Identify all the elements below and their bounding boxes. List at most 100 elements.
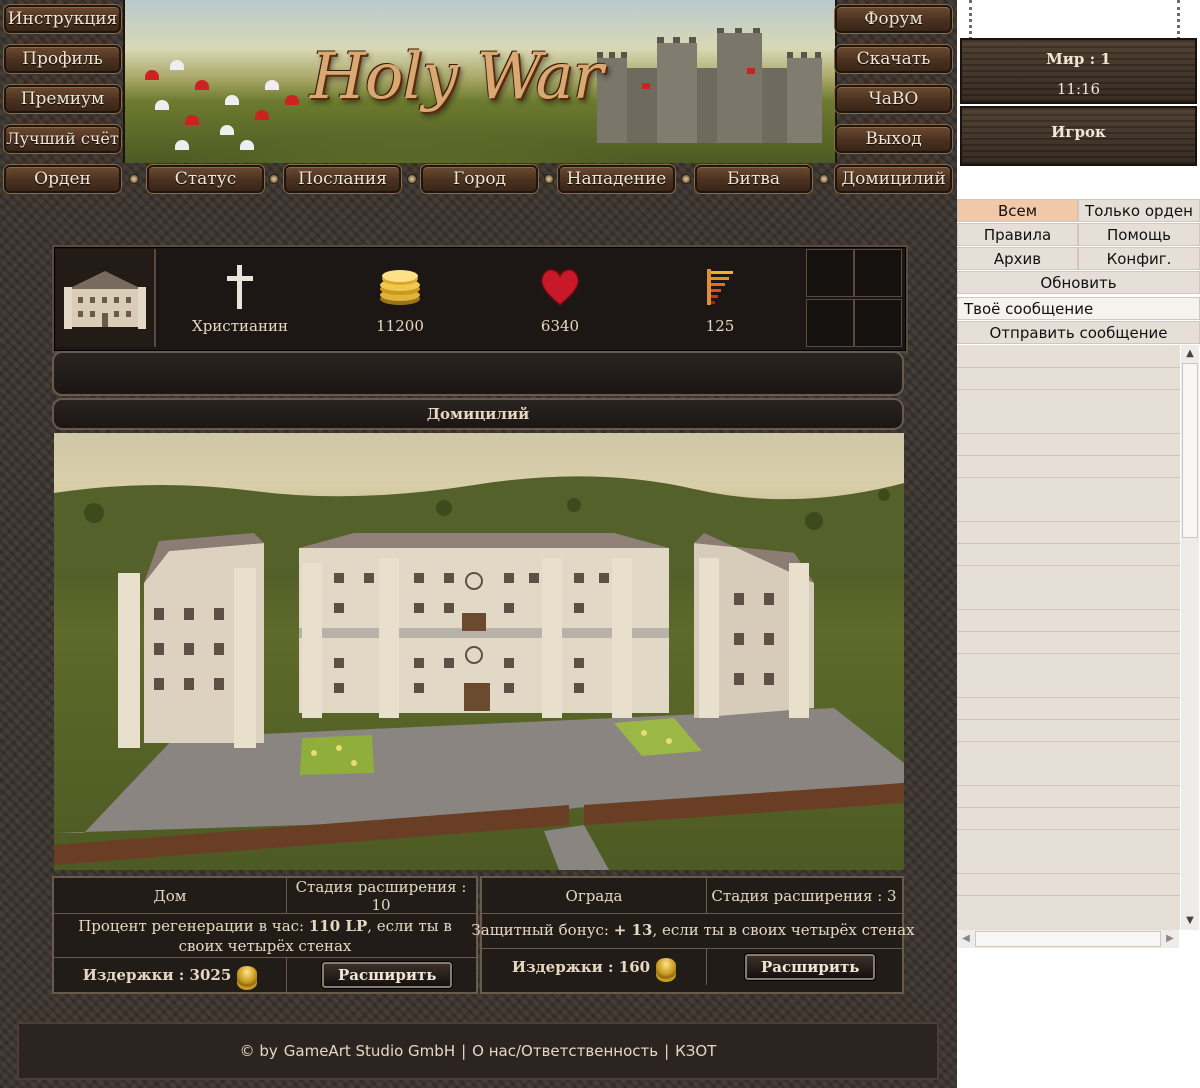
house-description: Процент регенерации в час: 110 LP, если … — [78, 917, 452, 955]
house-icon — [64, 271, 146, 329]
chat-tab-order[interactable]: Только орден — [1078, 199, 1200, 222]
rivet — [682, 175, 690, 183]
scroll-down-icon[interactable]: ▼ — [1181, 912, 1199, 930]
chat-row-divider — [957, 543, 1180, 544]
nav-order-button[interactable]: Орден — [4, 165, 121, 193]
game-logo: Holy War — [310, 40, 603, 114]
menu-logout-button[interactable]: Выход — [835, 125, 952, 153]
menu-profile-button[interactable]: Профиль — [4, 45, 121, 73]
gold-coins-icon — [380, 270, 420, 305]
chat-horizontal-scrollbar[interactable]: ◀ ▶ — [957, 930, 1179, 948]
heart-icon — [540, 269, 580, 306]
chat-vertical-scrollbar[interactable]: ▲ ▼ — [1181, 345, 1199, 930]
divider — [706, 949, 707, 985]
copyright-text: © by — [239, 1042, 278, 1060]
tent — [265, 80, 279, 90]
religion-value: Христианин — [192, 317, 288, 335]
chat-row-divider — [957, 609, 1180, 610]
item-slot[interactable] — [854, 299, 902, 347]
company-link[interactable]: GameArt Studio GmbH — [284, 1042, 455, 1060]
nav-city-button[interactable]: Город — [421, 165, 538, 193]
chat-row-divider — [957, 455, 1180, 456]
item-slot[interactable] — [854, 249, 902, 297]
domicile-thumbnail[interactable] — [56, 249, 156, 347]
chat-row-divider — [957, 367, 1180, 368]
chat-archive-button[interactable]: Архив — [957, 247, 1078, 270]
scroll-thumb[interactable] — [975, 931, 1161, 947]
rivet — [270, 175, 278, 183]
nav-messages-button[interactable]: Послания — [284, 165, 401, 193]
tent — [285, 95, 299, 105]
chat-message-list — [957, 345, 1180, 930]
tent — [225, 95, 239, 105]
menu-instructions-button[interactable]: Инструкция — [4, 5, 121, 33]
chain — [1177, 0, 1188, 40]
scroll-thumb[interactable] — [1182, 363, 1198, 538]
nav-attack-button[interactable]: Нападение — [558, 165, 675, 193]
rivet — [408, 175, 416, 183]
message-panel — [52, 351, 904, 396]
item-slot[interactable] — [806, 249, 854, 297]
expand-fence-button[interactable]: Расширить — [745, 954, 876, 980]
nav-status-button[interactable]: Статус — [147, 165, 264, 193]
divider — [286, 958, 287, 992]
menu-forum-button[interactable]: Форум — [835, 5, 952, 33]
fence-description: Защитный бонус: + 13, если ты в своих че… — [471, 921, 915, 939]
cross-icon — [227, 265, 253, 309]
menu-premium-button[interactable]: Премиум — [4, 85, 121, 113]
menu-highscore-button[interactable]: Лучший счёт — [4, 125, 121, 153]
chat-send-button[interactable]: Отправить сообщение — [957, 321, 1200, 344]
chat-help-button[interactable]: Помощь — [1078, 223, 1200, 246]
tent — [145, 70, 159, 80]
tent — [175, 140, 189, 150]
expand-house-button[interactable]: Расширить — [322, 962, 453, 988]
tent — [185, 115, 199, 125]
castle-illustration — [597, 28, 822, 143]
kzot-link[interactable]: КЗОТ — [675, 1042, 716, 1060]
about-link[interactable]: О нас/Ответственность — [472, 1042, 658, 1060]
footer-separator: | — [461, 1042, 467, 1060]
scroll-up-icon[interactable]: ▲ — [1181, 345, 1199, 363]
chat-row-divider — [957, 719, 1180, 720]
fence-cost: Издержки : 160 — [482, 949, 706, 985]
tent — [220, 125, 234, 135]
chat-tab-all[interactable]: Всем — [957, 199, 1078, 222]
status-bar: Христианин 11200 6340 125 — [52, 245, 908, 353]
chat-row-divider — [957, 829, 1180, 830]
religion-stat: Христианин — [180, 265, 300, 335]
chat-row-divider — [957, 741, 1180, 742]
world-plank: Мир : 1 11:16 — [960, 38, 1197, 104]
divider — [286, 878, 287, 913]
chat-config-button[interactable]: Конфиг. — [1078, 247, 1200, 270]
scroll-right-icon[interactable]: ▶ — [1161, 930, 1179, 948]
gold-coin-icon — [656, 958, 677, 976]
tent — [255, 110, 269, 120]
chat-row-divider — [957, 477, 1180, 478]
chat-refresh-button[interactable]: Обновить — [957, 271, 1200, 294]
scroll-left-icon[interactable]: ◀ — [957, 930, 975, 948]
chat-row-divider — [957, 895, 1180, 896]
fence-upgrade-panel: Ограда Стадия расширения : 3 Защитный бо… — [471, 876, 915, 994]
tent — [155, 100, 169, 110]
player-label: Игрок — [1051, 123, 1106, 141]
regen-value: 110 LP — [308, 917, 368, 935]
nav-domicile-button[interactable]: Домицилий — [835, 165, 952, 193]
life-value: 6340 — [540, 317, 580, 335]
gold-stat: 11200 — [340, 265, 460, 335]
domicile-illustration — [54, 476, 904, 870]
chat-row-divider — [957, 873, 1180, 874]
chat-row-divider — [957, 697, 1180, 698]
game-banner: Holy War — [123, 0, 837, 163]
item-slot[interactable] — [806, 299, 854, 347]
chat-row-divider — [957, 433, 1180, 434]
fence-name: Ограда — [565, 886, 623, 905]
menu-faq-button[interactable]: ЧаВО — [835, 85, 952, 113]
chat-row-divider — [957, 389, 1180, 390]
footer-separator: | — [664, 1042, 670, 1060]
chat-rules-button[interactable]: Правила — [957, 223, 1078, 246]
chat-row-divider — [957, 807, 1180, 808]
rivet — [545, 175, 553, 183]
nav-battle-button[interactable]: Битва — [695, 165, 812, 193]
menu-download-button[interactable]: Скачать — [835, 45, 952, 73]
chat-message-input[interactable]: Твоё сообщение — [957, 297, 1200, 320]
